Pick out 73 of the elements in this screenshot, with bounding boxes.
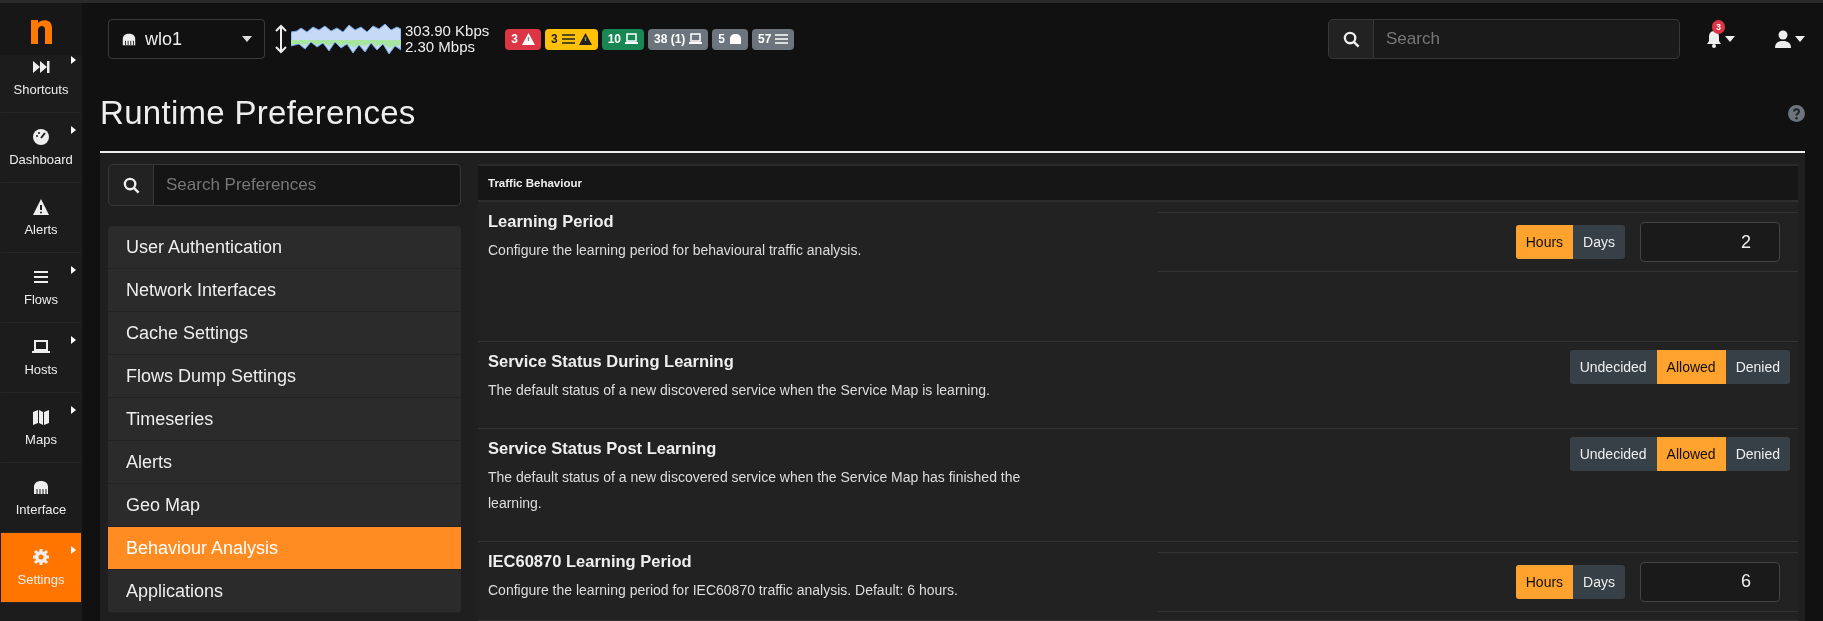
- category-item[interactable]: Flows Dump Settings: [108, 355, 461, 398]
- laptop-icon: [32, 338, 50, 356]
- interface-select[interactable]: wlo1: [108, 19, 265, 59]
- fast-forward-icon: [32, 58, 50, 76]
- laptop-icon: [625, 33, 638, 45]
- category-item[interactable]: Geo Map: [108, 484, 461, 527]
- sidebar-item[interactable]: Shortcuts: [1, 43, 81, 113]
- warning-icon: [578, 33, 592, 45]
- option-button[interactable]: Hours: [1515, 564, 1574, 599]
- status-badge[interactable]: 3: [505, 28, 541, 50]
- caret-icon: [1795, 36, 1805, 42]
- user-icon: [1775, 30, 1791, 48]
- ethernet-icon: [32, 478, 50, 496]
- category-item[interactable]: Applications: [108, 570, 461, 613]
- list-icon: [561, 33, 575, 45]
- number-field[interactable]: 6: [1640, 561, 1780, 602]
- list-icon: [775, 33, 789, 45]
- section-header: Traffic Behaviour: [478, 164, 1798, 203]
- option-button[interactable]: Denied: [1725, 350, 1790, 385]
- help-icon[interactable]: [1788, 104, 1805, 122]
- up-down-arrow-icon: [275, 24, 287, 54]
- map-icon: [32, 408, 50, 426]
- search-field[interactable]: Search Preferences: [154, 164, 461, 206]
- setting-title: IEC60870 Learning Period: [488, 551, 693, 571]
- caret-icon: [242, 36, 252, 42]
- download-rate: 2.30 Mbps: [405, 39, 476, 55]
- option-button[interactable]: Days: [1573, 564, 1625, 599]
- search-field[interactable]: Search: [1374, 19, 1680, 59]
- option-button[interactable]: Allowed: [1656, 437, 1726, 472]
- search-icon: [122, 176, 140, 194]
- status-badge[interactable]: 5: [712, 28, 749, 50]
- settings-icon: [32, 548, 50, 566]
- sidebar-item[interactable]: Flows: [1, 253, 81, 323]
- setting-description: Configure the learning period for behavioural traffic analysis.: [488, 241, 863, 261]
- number-field[interactable]: 2: [1640, 222, 1780, 263]
- sidebar-item[interactable]: Maps: [1, 393, 81, 463]
- caret-icon: [1725, 36, 1735, 42]
- setting-title: Learning Period: [488, 212, 615, 232]
- notification-count: 3: [1712, 20, 1725, 34]
- warning-icon: [521, 33, 535, 45]
- setting-description: The default status of a new discovered service when the Service Map is learning.: [488, 381, 991, 401]
- setting-title: Service Status During Learning: [488, 352, 735, 372]
- laptop-icon: [689, 33, 703, 45]
- status-badge[interactable]: 57: [752, 28, 795, 50]
- option-button[interactable]: Allowed: [1656, 350, 1726, 385]
- sidebar-item[interactable]: Alerts: [1, 183, 81, 253]
- warning-icon: [32, 198, 50, 216]
- option-button[interactable]: Undecided: [1569, 437, 1657, 472]
- category-item[interactable]: Alerts: [108, 441, 461, 484]
- list-icon: [32, 268, 50, 286]
- category-item[interactable]: Network Interfaces: [108, 269, 461, 312]
- category-item[interactable]: Timeseries: [108, 398, 461, 441]
- option-button[interactable]: Undecided: [1569, 350, 1657, 385]
- bell-icon: [1706, 30, 1722, 48]
- sidebar-item[interactable]: Hosts: [1, 323, 81, 393]
- category-item[interactable]: User Authentication: [108, 226, 461, 269]
- ethernet-icon: [121, 31, 137, 47]
- search-icon: [1342, 30, 1360, 48]
- sidebar-item[interactable]: Dashboard: [1, 113, 81, 183]
- ethernet-icon: [729, 33, 743, 45]
- status-badge[interactable]: 38 (1): [648, 28, 709, 50]
- status-badge[interactable]: 10: [601, 28, 644, 50]
- category-item[interactable]: Cache Settings: [108, 312, 461, 355]
- setting-title: Service Status Post Learning: [488, 439, 718, 459]
- page-title: Runtime Preferences: [100, 94, 416, 132]
- option-button[interactable]: Hours: [1515, 225, 1574, 260]
- setting-description: The default status of a new discovered service when the Service Map has finished the learning.: [488, 468, 1022, 514]
- setting-description: Configure the learning period for IEC60870 traffic analysis. Default: 6 hours.: [488, 580, 959, 600]
- gauge-icon: [32, 128, 50, 146]
- upload-rate: 303.90 Kbps: [405, 23, 490, 39]
- status-badge[interactable]: 3: [544, 28, 598, 50]
- option-button[interactable]: Denied: [1725, 437, 1790, 472]
- option-button[interactable]: Days: [1573, 225, 1625, 260]
